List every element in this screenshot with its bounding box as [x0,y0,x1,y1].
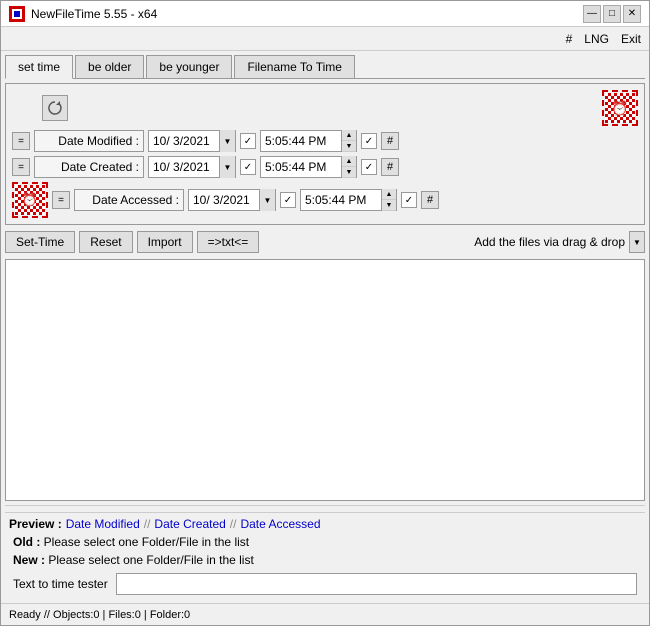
time-modified-input[interactable] [261,131,341,151]
date-modified-row: = Date Modified : ▼ ▲ ▼ [12,130,638,152]
preview-label: Preview : [9,517,62,531]
date-created-check2[interactable] [361,159,377,175]
date-accessed-hash[interactable]: # [421,191,439,209]
time-accessed-spin-up[interactable]: ▲ [382,189,396,200]
refresh-button[interactable] [42,95,68,121]
date-created-label: Date Created : [34,156,144,178]
date-created-row: = Date Created : ▼ ▲ ▼ [12,156,638,178]
preview-new-label: New : [13,553,45,567]
panel-inner: ⏰ = Date Modified : ▼ [12,90,638,218]
preview-old-value: Please select one Folder/File in the lis… [44,535,249,549]
date-accessed-check2[interactable] [401,192,417,208]
toolbar-right: Add the files via drag & drop ▼ [474,231,645,253]
time-created-spin-up[interactable]: ▲ [342,156,356,167]
date-created-input-wrap: ▼ [148,156,236,178]
title-bar-left: NewFileTime 5.55 - x64 [9,6,157,22]
preview-date-created[interactable]: Date Created [154,517,225,531]
reset-button[interactable]: Reset [79,231,132,253]
date-accessed-label: Date Accessed : [74,189,184,211]
date-modified-check2[interactable] [361,133,377,149]
date-accessed-input-wrap: ▼ [188,189,276,211]
date-accessed-row: ⏰ = Date Accessed : ▼ ▲ ▼ [12,182,638,218]
tab-be-older[interactable]: be older [75,55,144,78]
import-button[interactable]: Import [137,231,193,253]
preview-new-row: New : Please select one Folder/File in t… [5,551,645,569]
date-modified-dropdown[interactable]: ▼ [219,130,235,152]
preview-date-accessed[interactable]: Date Accessed [240,517,320,531]
tabs-container: set time be older be younger Filename To… [5,55,645,79]
preview-date-modified[interactable]: Date Modified [66,517,140,531]
date-created-input[interactable] [149,157,219,177]
toolbar-row: Set-Time Reset Import =>txt<= Add the fi… [5,229,645,255]
eq-btn-modified[interactable]: = [12,132,30,150]
time-modified-wrap: ▲ ▼ [260,130,357,152]
date-modified-label: Date Modified : [34,130,144,152]
menu-lng[interactable]: LNG [584,32,609,46]
time-modified-spin-up[interactable]: ▲ [342,130,356,141]
menu-hash[interactable]: # [566,32,573,46]
time-accessed-spin: ▲ ▼ [381,189,396,211]
content-area: set time be older be younger Filename To… [1,51,649,603]
time-created-spin: ▲ ▼ [341,156,356,178]
tab-row: set time be older be younger Filename To… [5,55,645,79]
date-accessed-input[interactable] [189,190,259,210]
app-icon [9,6,25,22]
date-created-check1[interactable] [240,159,256,175]
drag-drop-label: Add the files via drag & drop [474,235,625,249]
time-accessed-spin-down[interactable]: ▼ [382,200,396,211]
preview-sep2: // [230,517,237,531]
date-modified-input-wrap: ▼ [148,130,236,152]
preview-new-value: Please select one Folder/File in the lis… [48,553,253,567]
text-tester-row: Text to time tester [5,569,645,599]
preview-header: Preview : Date Modified // Date Created … [5,515,645,533]
date-modified-hash[interactable]: # [381,132,399,150]
time-created-wrap: ▲ ▼ [260,156,357,178]
tab-set-time[interactable]: set time [5,55,73,79]
minimize-button[interactable]: — [583,5,601,23]
time-accessed-wrap: ▲ ▼ [300,189,397,211]
refresh-row [12,95,68,121]
time-modified-spin-down[interactable]: ▼ [342,141,356,152]
preview-sep1: // [144,517,151,531]
tab-be-younger[interactable]: be younger [146,55,232,78]
time-accessed-input[interactable] [301,190,381,210]
set-time-panel: ⏰ = Date Modified : ▼ [5,83,645,225]
eq-btn-accessed[interactable]: = [52,191,70,209]
preview-section: Preview : Date Modified // Date Created … [5,505,645,599]
file-list-area[interactable] [5,259,645,501]
drag-drop-arrow[interactable]: ▼ [629,231,645,253]
preview-separator [5,512,645,513]
date-modified-check1[interactable] [240,133,256,149]
time-created-input[interactable] [261,157,341,177]
bottom-left-icon: ⏰ [12,182,48,218]
main-window: NewFileTime 5.55 - x64 — □ ✕ # LNG Exit … [0,0,650,626]
date-created-hash[interactable]: # [381,158,399,176]
time-created-spin-down[interactable]: ▼ [342,167,356,178]
convert-button[interactable]: =>txt<= [197,231,260,253]
toolbar-left: Set-Time Reset Import =>txt<= [5,231,259,253]
close-button[interactable]: ✕ [623,5,641,23]
date-accessed-dropdown[interactable]: ▼ [259,189,275,211]
date-created-dropdown[interactable]: ▼ [219,156,235,178]
window-controls: — □ ✕ [583,5,641,23]
menu-exit[interactable]: Exit [621,32,641,46]
maximize-button[interactable]: □ [603,5,621,23]
set-time-button[interactable]: Set-Time [5,231,75,253]
status-text: Ready // Objects:0 | Files:0 | Folder:0 [9,609,190,621]
preview-old-row: Old : Please select one Folder/File in t… [5,533,645,551]
top-right-icon: ⏰ [602,90,638,126]
date-accessed-check1[interactable] [280,192,296,208]
eq-btn-created[interactable]: = [12,158,30,176]
text-tester-label: Text to time tester [13,577,108,591]
time-modified-spin: ▲ ▼ [341,130,356,152]
title-bar: NewFileTime 5.55 - x64 — □ ✕ [1,1,649,27]
text-tester-input[interactable] [116,573,637,595]
preview-old-label: Old : [13,535,40,549]
window-title: NewFileTime 5.55 - x64 [31,7,157,21]
date-modified-input[interactable] [149,131,219,151]
tab-filename-to-time[interactable]: Filename To Time [234,55,354,78]
menu-bar: # LNG Exit [1,27,649,51]
status-bar: Ready // Objects:0 | Files:0 | Folder:0 [1,603,649,625]
